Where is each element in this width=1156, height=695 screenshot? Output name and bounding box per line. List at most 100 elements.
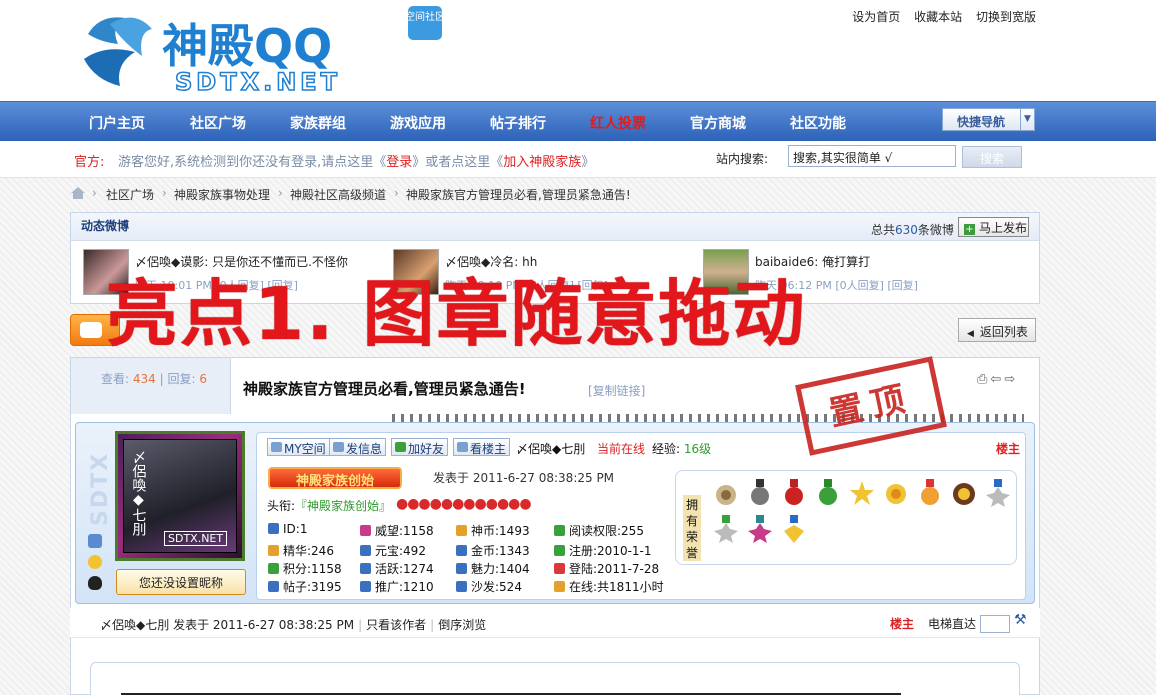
publish-button[interactable]: + 马上发布 [958, 217, 1029, 237]
triangle-left-icon: ◀ [967, 329, 974, 339]
stat-item: 精华:246 [268, 542, 334, 559]
author-name[interactable]: 〆侶喚◆七刖 [516, 440, 585, 457]
search-input[interactable]: 搜索,其实很简单 √ [788, 145, 956, 167]
avatar-tag: SDTX.NET [164, 531, 228, 546]
nav-item-features[interactable]: 社区功能 [790, 113, 846, 133]
quick-nav-dropdown[interactable]: 快捷导航 ▼ [942, 108, 1035, 131]
add-friend-button[interactable]: 加好友 [391, 438, 449, 456]
author-avatar[interactable]: 〆侶喚◆七刖 SDTX.NET [115, 431, 245, 561]
view-owner-button[interactable]: 看楼主 [453, 438, 511, 456]
breadcrumb-item[interactable]: 社区广场 [106, 186, 154, 203]
medal-icon[interactable] [782, 479, 806, 507]
breadcrumb: › 社区广场 › 神殿家族事物处理 › 神殿社区高级频道 › 神殿家族官方管理员… [70, 182, 650, 206]
wrench-icon[interactable]: ⚒ [1014, 612, 1027, 628]
floor-label: 楼主 [996, 442, 1021, 456]
next-thread-icon[interactable]: ⇨ [1004, 372, 1018, 387]
stat-item: 积分:1158 [268, 560, 342, 577]
logo-text: 神殿QQ [162, 19, 332, 73]
breadcrumb-item[interactable]: 神殿家族事物处理 [174, 186, 270, 203]
speech-bubble-icon [80, 322, 102, 338]
avatar-caption: 〆侶喚◆七刖 [130, 450, 147, 536]
medal-icon[interactable] [748, 515, 772, 543]
stat-item: 阅读权限:255 [554, 522, 644, 539]
weibo-count: 总共630条微博 [871, 223, 954, 237]
online-status: 当前在线 [597, 442, 646, 456]
back-to-list-button[interactable]: ◀ 返回列表 [958, 318, 1036, 342]
login-link[interactable]: 登录 [386, 155, 412, 170]
medal-icon[interactable] [952, 479, 976, 507]
honor-medals: 拥有荣誉 [675, 470, 1017, 565]
add-friend-icon [395, 442, 406, 452]
home-icon[interactable] [70, 186, 86, 200]
site-logo[interactable]: 神殿QQ SDTX.NET 空间社区 [80, 4, 450, 97]
home-icon [271, 442, 282, 452]
switch-width-link[interactable]: 切换到宽版 [976, 10, 1036, 24]
mail-icon [333, 442, 344, 452]
nickname-button[interactable]: 您还没设置昵称 [116, 569, 246, 595]
medal-icon[interactable] [714, 479, 738, 507]
elevator-label: 电梯直达 [928, 617, 977, 631]
reverse-order-link[interactable]: 倒序浏览 [438, 618, 486, 632]
print-icon[interactable]: ⎙ [977, 372, 990, 387]
post-stats: 查看: 434 | 回复: 6 [101, 372, 207, 386]
thread-tools: ⎙⇦⇨ [977, 372, 1018, 387]
stat-item: 登陆:2011-7-28 [554, 560, 659, 577]
prev-thread-icon[interactable]: ⇦ [990, 372, 1004, 387]
qq-penguin-icon[interactable] [88, 576, 102, 590]
site-header: 神殿QQ SDTX.NET 空间社区 设为首页 收藏本站 切换到宽版 [0, 0, 1156, 101]
medal-icon[interactable] [986, 479, 1010, 507]
breadcrumb-item[interactable]: 神殿社区高级频道 [290, 186, 386, 203]
bookmark-link[interactable]: 收藏本站 [914, 10, 962, 24]
search-label: 站内搜索: [716, 152, 769, 166]
floor-jump-input[interactable] [980, 615, 1010, 633]
medal-icon[interactable] [918, 479, 942, 507]
stat-item: 沙发:524 [456, 578, 522, 595]
stat-item: 推广:1210 [360, 578, 434, 595]
nav-item-ranking[interactable]: 帖子排行 [490, 113, 546, 133]
quick-nav-label: 快捷导航 [957, 115, 1006, 129]
medal-icon[interactable] [748, 479, 772, 507]
only-author-link[interactable]: 只看该作者 [366, 618, 426, 632]
nav-item-groups[interactable]: 家族群组 [290, 113, 346, 133]
medal-icon[interactable] [782, 515, 806, 543]
nav-item-games[interactable]: 游戏应用 [390, 113, 446, 133]
head-title: 头衔:『神殿家族创始』 [267, 499, 392, 513]
star-medal-icon[interactable] [850, 479, 874, 507]
my-space-button[interactable]: MY空间 [267, 438, 330, 456]
nav-item-vote[interactable]: 红人投票 [590, 113, 646, 133]
search-button[interactable]: 搜索 [962, 146, 1022, 168]
logo-badge: 空间社区 [405, 10, 445, 23]
stat-item: 神币:1493 [456, 522, 530, 539]
breadcrumb-item-current: 神殿家族官方管理员必看,管理员紧急通告! [406, 188, 631, 202]
nav-item-community[interactable]: 社区广场 [190, 113, 246, 133]
post-title: 神殿家族官方管理员必看,管理员紧急通告! [243, 380, 526, 398]
author-link[interactable]: 〆侶喚◆七刖 [100, 618, 169, 632]
top-links: 设为首页 收藏本站 切换到宽版 [842, 8, 1036, 25]
founder-badge: 神殿家族创始 [268, 467, 402, 489]
send-message-button[interactable]: 发信息 [329, 438, 387, 456]
copy-link[interactable]: [复制链接] [588, 382, 645, 399]
nav-item-shop[interactable]: 官方商城 [690, 113, 746, 133]
post-meta-bar: 〆侶喚◆七刖 发表于 2011-6-27 08:38:25 PM | 只看该作者 | 倒… [70, 608, 1040, 638]
stat-item: 活跃:1274 [360, 560, 434, 577]
side-label: SDTX [88, 451, 113, 526]
notice-bar: 官方: 游客您好,系统检测到你还没有登录,请点这里《登录》或者点这里《加入神殿家… [0, 141, 1156, 178]
weibo-entry-text: 〆侶喚◆冷名: hh [445, 255, 538, 269]
set-homepage-link[interactable]: 设为首页 [852, 10, 900, 24]
post-stats-cell: 查看: 434 | 回复: 6 [71, 358, 231, 414]
medal-icon[interactable] [884, 479, 908, 507]
main-nav: 门户主页 社区广场 家族群组 游戏应用 帖子排行 红人投票 官方商城 社区功能 … [0, 101, 1156, 141]
post-content [90, 662, 1020, 695]
join-family-link[interactable]: 加入神殿家族 [503, 155, 581, 170]
medal-icon[interactable] [816, 479, 840, 507]
stat-item: 威望:1158 [360, 522, 434, 539]
post-time: 发表于 2011-6-27 08:38:25 PM [433, 471, 615, 485]
star-icon[interactable] [88, 555, 102, 569]
stat-item: 注册:2010-1-1 [554, 542, 652, 559]
profile-card-icon[interactable] [88, 534, 102, 548]
medal-icon[interactable] [714, 515, 738, 543]
notice-text: 游客您好,系统检测到你还没有登录,请点这里《登录》或者点这里《加入神殿家族》 [118, 155, 595, 170]
experience: 经验: 16级 [652, 442, 712, 456]
nav-item-portal[interactable]: 门户主页 [89, 113, 145, 133]
post-meta: 〆侶喚◆七刖 发表于 2011-6-27 08:38:25 PM | 只看该作者 | 倒… [100, 618, 487, 632]
